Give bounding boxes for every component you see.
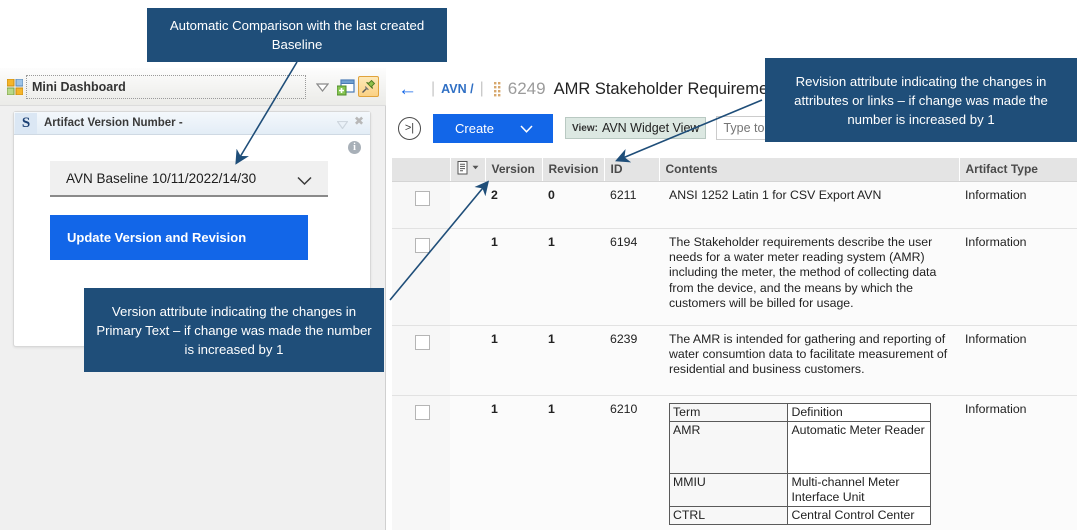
cell-id[interactable]: 6211 (604, 181, 659, 229)
drag-handle-icon[interactable] (493, 81, 501, 97)
view-selector-value: AVN Widget View (601, 121, 700, 135)
chevron-down-icon[interactable] (312, 77, 332, 97)
view-selector-key: View: (572, 122, 598, 134)
column-header-icon[interactable] (450, 158, 486, 182)
cell-id[interactable]: 6194 (604, 228, 659, 326)
row-icon-cell (450, 228, 485, 326)
column-header-version[interactable]: Version (485, 158, 543, 182)
row-icon-cell (450, 395, 485, 530)
glossary-header-term: Term (668, 402, 789, 422)
column-header-id[interactable]: ID (604, 158, 660, 182)
cell-version: 2 (485, 181, 542, 229)
module-toolbar: >| Create View: AVN Widget View (390, 110, 827, 146)
cell-contents: The Stakeholder requirements describe th… (659, 228, 959, 326)
info-icon[interactable]: i (348, 141, 361, 154)
cell-version: 1 (485, 395, 542, 530)
glossary-definition: Multi-channel Meter Interface Unit (787, 472, 931, 507)
mini-dashboard-title-box[interactable]: Mini Dashboard (26, 75, 306, 99)
widget-titlebar-tools: ✖ (336, 115, 364, 130)
cell-artifact-type: Information (959, 325, 1077, 396)
baseline-select[interactable]: AVN Baseline 10/11/2022/14/30 (50, 161, 328, 197)
cell-artifact-type: Information (959, 228, 1077, 326)
glossary-header-definition: Definition (787, 402, 931, 422)
cell-artifact-type: Information (959, 181, 1077, 229)
table-header-row: Version Revision ID Contents Artifact Ty… (392, 158, 1077, 182)
glossary-term[interactable]: CTRL (668, 505, 789, 525)
row-checkbox[interactable] (414, 334, 430, 350)
row-icon-cell (450, 181, 485, 229)
cell-id[interactable]: 6239 (604, 325, 659, 396)
table-row[interactable]: 1 1 6194 The Stakeholder requirements de… (392, 228, 1077, 326)
create-button-label: Create (455, 120, 495, 136)
table-row[interactable]: 1 1 6210 Term Definition AMR Automatic M… (392, 395, 1077, 530)
expand-sidebar-icon[interactable]: >| (398, 116, 421, 140)
widget-brand-icon: S (15, 112, 37, 134)
callout-revision-attribute: Revision attribute indicating the change… (765, 58, 1077, 142)
cell-contents: ANSI 1252 Latin 1 for CSV Export AVN (659, 181, 959, 229)
cell-revision: 1 (542, 228, 604, 326)
column-header-contents[interactable]: Contents (659, 158, 960, 182)
cell-contents-table: Term Definition AMR Automatic Meter Read… (659, 395, 959, 530)
cell-artifact-type: Information (959, 395, 1077, 530)
create-button[interactable]: Create (433, 113, 553, 143)
artifact-id: 6249 (507, 79, 546, 98)
chevron-down-icon (520, 121, 533, 136)
row-icon-cell (450, 325, 485, 396)
row-checkbox[interactable] (414, 237, 430, 253)
glossary-definition[interactable]: Automatic Meter Reader (787, 420, 931, 474)
view-selector[interactable]: View: AVN Widget View (565, 117, 707, 139)
glossary-term[interactable]: AMR (668, 420, 789, 474)
breadcrumb-divider: | (431, 80, 436, 97)
glossary-definition: Central Control Center (787, 505, 931, 525)
cell-revision: 1 (542, 395, 604, 530)
cell-contents: The AMR is intended for gathering and re… (659, 325, 959, 396)
row-checkbox[interactable] (414, 404, 430, 420)
chevron-down-icon[interactable] (336, 116, 349, 130)
document-menu-icon (457, 160, 479, 175)
callout-version-attribute: Version attribute indicating the changes… (84, 288, 384, 372)
update-version-and-revision-button[interactable]: Update Version and Revision (50, 215, 308, 260)
mini-dashboard-header: Mini Dashboard (0, 68, 386, 106)
glossary-term[interactable]: MMIU (668, 472, 789, 507)
cell-version: 1 (485, 325, 542, 396)
table-row[interactable]: 1 1 6239 The AMR is intended for gatheri… (392, 325, 1077, 396)
cell-id[interactable]: 6210 (604, 395, 659, 530)
glossary-row: AMR Automatic Meter Reader (668, 420, 931, 474)
widget-title: Artifact Version Number - (44, 117, 183, 129)
glossary-row: MMIU Multi-channel Meter Interface Unit (668, 472, 931, 507)
close-icon[interactable]: ✖ (354, 115, 364, 127)
breadcrumb-project-link[interactable]: AVN / (441, 82, 473, 96)
mini-dashboard-title: Mini Dashboard (32, 80, 126, 94)
column-header-select[interactable] (392, 158, 451, 182)
cell-revision: 1 (542, 325, 604, 396)
glossary-row: CTRL Central Control Center (668, 505, 931, 525)
glossary-header-row: Term Definition (668, 402, 931, 422)
cell-revision: 0 (542, 181, 604, 229)
baseline-select-value: AVN Baseline 10/11/2022/14/30 (66, 170, 257, 186)
grid-icon (6, 78, 24, 96)
breadcrumb: ← | AVN / | 6249 AMR Stakeholder Require… (390, 76, 790, 102)
artifact-title: AMR Stakeholder Requirements (553, 79, 791, 98)
row-checkbox[interactable] (414, 190, 430, 206)
arrow-left-icon[interactable]: ← (398, 80, 417, 99)
row-select-cell (392, 325, 450, 396)
artifacts-table: Version Revision ID Contents Artifact Ty… (392, 158, 1077, 530)
column-header-revision[interactable]: Revision (542, 158, 605, 182)
chevron-down-icon (297, 173, 312, 191)
callout-automatic-comparison: Automatic Comparison with the last creat… (147, 8, 447, 62)
row-select-cell (392, 181, 450, 229)
row-select-cell (392, 228, 450, 326)
glossary-table: Term Definition AMR Automatic Meter Read… (668, 402, 931, 525)
widget-titlebar: S Artifact Version Number - ✖ (14, 112, 370, 135)
column-header-artifact-type[interactable]: Artifact Type (959, 158, 1077, 182)
screenshot-root: Mini Dashboard S Artifact Version Number… (0, 0, 1077, 530)
breadcrumb-divider: | (479, 80, 484, 97)
add-widget-icon[interactable] (336, 77, 356, 97)
row-select-cell (392, 395, 450, 530)
cell-version: 1 (485, 228, 542, 326)
table-row[interactable]: 2 0 6211 ANSI 1252 Latin 1 for CSV Expor… (392, 181, 1077, 229)
pin-icon[interactable] (358, 76, 379, 97)
